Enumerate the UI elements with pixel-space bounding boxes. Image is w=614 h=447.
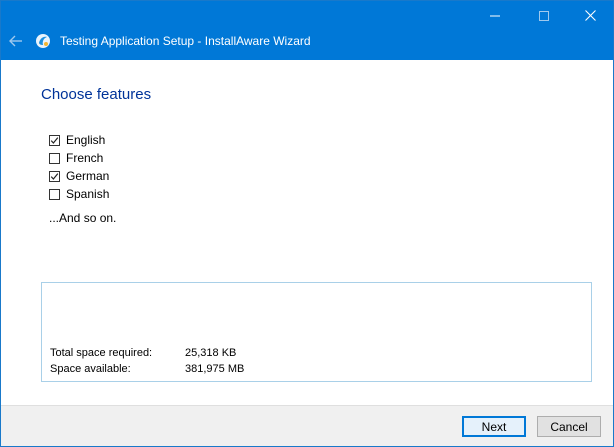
feature-french[interactable]: French xyxy=(49,151,103,165)
space-available-value: 381,975 MB xyxy=(185,363,245,375)
back-button[interactable] xyxy=(5,31,27,51)
close-icon xyxy=(584,10,596,21)
checkbox[interactable] xyxy=(49,170,60,182)
back-arrow-icon xyxy=(9,35,22,47)
installaware-app-icon xyxy=(36,34,50,48)
minimize-icon xyxy=(490,15,500,16)
window-title: Testing Application Setup - InstallAware… xyxy=(60,34,311,48)
space-required-row: Total space required: 25,318 KB xyxy=(50,347,236,359)
checkmark-icon xyxy=(50,136,59,144)
feature-label: English xyxy=(66,133,106,147)
close-button[interactable] xyxy=(567,1,613,30)
next-button[interactable]: Next xyxy=(462,416,526,437)
checkbox[interactable] xyxy=(49,152,60,164)
feature-english[interactable]: English xyxy=(49,133,105,147)
feature-label: German xyxy=(66,169,110,183)
space-available-label: Space available: xyxy=(50,363,131,375)
feature-label: Spanish xyxy=(66,187,110,201)
maximize-icon xyxy=(539,10,549,21)
maximize-button[interactable] xyxy=(521,1,567,30)
checkmark-icon xyxy=(50,172,59,180)
space-required-value: 25,318 KB xyxy=(185,347,237,359)
cancel-button[interactable]: Cancel xyxy=(537,416,601,437)
checkbox[interactable] xyxy=(49,134,60,146)
feature-german[interactable]: German xyxy=(49,169,109,183)
page-title: Choose features xyxy=(41,86,152,103)
disk-space-panel: Total space required: 25,318 KB Space av… xyxy=(41,282,592,382)
space-available-row: Space available: 381,975 MB xyxy=(50,363,244,375)
more-features-note: ...And so on. xyxy=(49,211,117,225)
title-bar: Testing Application Setup - InstallAware… xyxy=(1,1,613,60)
wizard-content: Choose features English French German Sp… xyxy=(1,60,613,405)
checkbox[interactable] xyxy=(49,188,60,200)
feature-spanish[interactable]: Spanish xyxy=(49,187,109,201)
minimize-button[interactable] xyxy=(472,1,518,30)
feature-label: French xyxy=(66,151,104,165)
button-bar: Next Cancel xyxy=(1,405,613,446)
installer-window: Testing Application Setup - InstallAware… xyxy=(0,0,614,447)
space-required-label: Total space required: xyxy=(50,347,153,359)
